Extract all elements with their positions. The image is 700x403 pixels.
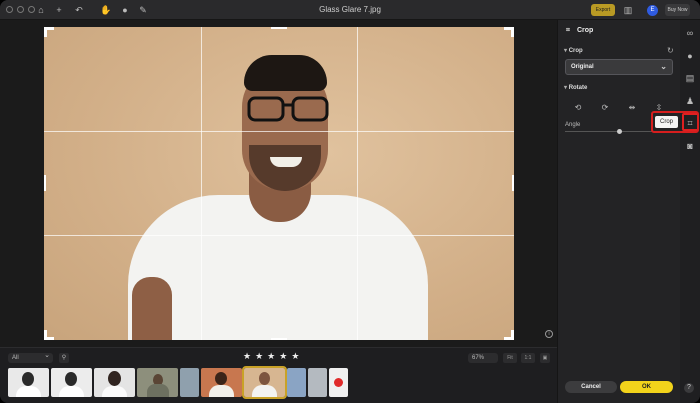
face-icon[interactable]: ● bbox=[684, 50, 696, 62]
title-bar: ⌂ + ↶ ✋ ● ✎ Glass Glare 7.jpg Export ▥ E… bbox=[0, 0, 700, 20]
reset-icon[interactable]: ↻ bbox=[667, 46, 674, 55]
adjustment-panel: ⌗ Crop Crop ↻ Rotate bbox=[557, 20, 680, 403]
grid-line-horizontal bbox=[44, 235, 514, 236]
filmstrip-bar: All ⚲ ★ ★ ★ ★ ★ 67% Fit 1:1 ▣ bbox=[0, 347, 557, 403]
fit-button[interactable]: Fit bbox=[503, 353, 517, 363]
star-icon[interactable]: ★ bbox=[267, 351, 275, 362]
thumbnail[interactable] bbox=[8, 368, 49, 397]
user-avatar[interactable]: E bbox=[647, 5, 658, 16]
app-window: ⌂ + ↶ ✋ ● ✎ Glass Glare 7.jpg Export ▥ E… bbox=[0, 0, 700, 403]
star-icon[interactable]: ★ bbox=[243, 351, 251, 362]
thumbnail[interactable] bbox=[137, 368, 178, 397]
buy-now-button[interactable]: Buy Now bbox=[665, 4, 690, 16]
grid-line-vertical bbox=[201, 27, 202, 340]
cancel-button[interactable]: Cancel bbox=[565, 381, 617, 393]
star-icon[interactable]: ★ bbox=[255, 351, 263, 362]
thumbnail[interactable] bbox=[51, 368, 92, 397]
crop-handle-right[interactable] bbox=[512, 175, 514, 191]
thumbnail[interactable] bbox=[287, 368, 306, 397]
export-button[interactable]: Export bbox=[591, 4, 615, 16]
photo-glasses bbox=[247, 96, 329, 122]
star-icon[interactable]: ★ bbox=[291, 351, 299, 362]
rotate-left-icon[interactable]: ⟲ bbox=[573, 103, 583, 113]
filter-dropdown[interactable]: All bbox=[8, 351, 53, 363]
rotate-section-header[interactable]: Rotate bbox=[564, 84, 588, 91]
compare-icon[interactable]: ▣ bbox=[540, 353, 550, 363]
thumbnail[interactable] bbox=[201, 368, 242, 397]
image-icon[interactable]: ▤ bbox=[684, 72, 696, 84]
crop-handle-top-right[interactable] bbox=[504, 27, 514, 37]
thumbnail[interactable] bbox=[329, 368, 348, 397]
crop-handle-top-left[interactable] bbox=[44, 27, 54, 37]
star-icon[interactable]: ★ bbox=[279, 351, 287, 362]
photo-smile bbox=[270, 157, 302, 167]
thumbnail[interactable] bbox=[308, 368, 327, 397]
grid-line-horizontal bbox=[44, 131, 514, 132]
camera-icon[interactable]: ◙ bbox=[684, 140, 696, 152]
crop-ratio-value: Original bbox=[571, 64, 594, 70]
thumbnail-strip bbox=[8, 366, 348, 399]
layout-icon[interactable]: ▥ bbox=[623, 5, 633, 15]
angle-slider-knob[interactable] bbox=[617, 129, 622, 134]
filter-icon[interactable]: ⚲ bbox=[59, 353, 69, 363]
crop-section-header[interactable]: Crop bbox=[564, 47, 583, 54]
glasses-icon[interactable]: ∞ bbox=[684, 27, 696, 39]
panel-title: Crop bbox=[577, 27, 594, 34]
zoom-dropdown[interactable]: 67% bbox=[468, 353, 498, 363]
crop-handle-bottom[interactable] bbox=[271, 338, 287, 340]
thumbnail-selected[interactable] bbox=[242, 366, 287, 399]
crop-icon: ⌗ bbox=[566, 27, 570, 34]
chevron-down-icon: ⌄ bbox=[660, 62, 667, 71]
angle-label: Angle bbox=[565, 122, 581, 128]
rating-stars[interactable]: ★ ★ ★ ★ ★ bbox=[243, 351, 299, 362]
shirt-icon[interactable]: ♟ bbox=[684, 95, 696, 107]
image-canvas: i bbox=[0, 20, 557, 347]
rotate-right-icon[interactable]: ⟳ bbox=[600, 103, 610, 113]
crop-handle-bottom-right[interactable] bbox=[504, 330, 514, 340]
crop-tooltip: Crop bbox=[655, 116, 678, 128]
one-to-one-button[interactable]: 1:1 bbox=[521, 353, 535, 363]
thumbnail[interactable] bbox=[94, 368, 135, 397]
info-icon[interactable]: i bbox=[545, 330, 553, 338]
crop-handle-bottom-left[interactable] bbox=[44, 330, 54, 340]
crop-handle-left[interactable] bbox=[44, 175, 46, 191]
photo[interactable] bbox=[44, 27, 514, 340]
help-icon[interactable]: ? bbox=[684, 383, 694, 393]
crop-ratio-dropdown[interactable]: Original ⌄ bbox=[565, 59, 673, 75]
crop-handle-top[interactable] bbox=[271, 27, 287, 29]
photo-arm bbox=[132, 277, 172, 340]
photo-hair bbox=[244, 55, 327, 91]
ok-button[interactable]: OK bbox=[620, 381, 673, 393]
grid-line-vertical bbox=[357, 27, 358, 340]
panel-header: ⌗ Crop bbox=[566, 27, 593, 35]
flip-horizontal-icon[interactable]: ⇹ bbox=[627, 103, 637, 113]
thumbnail[interactable] bbox=[180, 368, 199, 397]
